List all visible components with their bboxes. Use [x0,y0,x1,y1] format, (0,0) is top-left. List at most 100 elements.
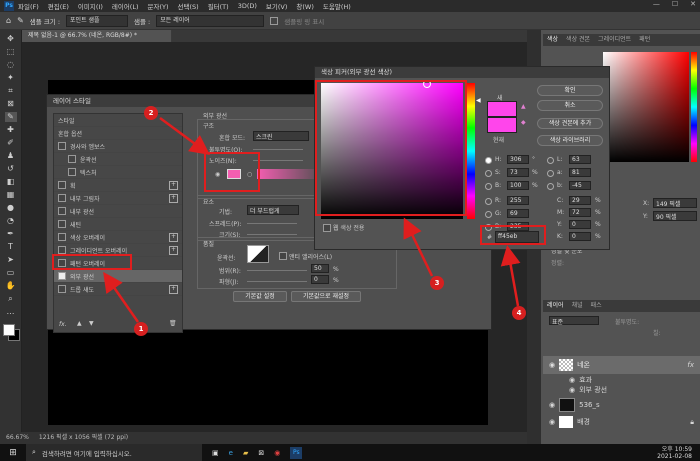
move-down-icon[interactable]: ▼ [89,320,94,327]
radio-h[interactable] [485,157,492,166]
technique-select[interactable]: 더 부드럽게 [247,205,299,215]
menu-3d[interactable]: 3D(D) [238,2,257,10]
radio-a[interactable] [547,170,554,179]
layer-row[interactable]: ◉ 536_s [543,397,700,413]
style-list-item[interactable]: 새틴 [54,218,182,231]
y-cmyk-field[interactable]: 0 [569,220,591,229]
sample-size-select[interactable]: 포인트 샘플 [66,14,129,27]
style-list-item[interactable]: 혼합 옵션 [54,127,182,140]
cancel-button[interactable]: 취소 [537,100,603,111]
style-checkbox[interactable] [58,272,66,280]
trash-icon[interactable]: 🗑︎ [169,320,177,327]
visibility-icon[interactable]: ◉ [569,386,575,394]
style-list-item[interactable]: 외부 광선 [54,270,182,283]
show-ring-checkbox[interactable] [270,16,279,25]
style-checkbox[interactable] [58,285,66,293]
g-field[interactable]: 69 [507,209,529,218]
contour-thumbnail[interactable] [247,245,269,263]
taskbar-search[interactable]: ⌕ 검색하려면 여기에 입력하십시오. [26,444,202,461]
layer-blend-select[interactable]: 표준 [549,316,599,326]
layer-effect-row[interactable]: ◉ 효과 [543,375,700,385]
style-list-item[interactable]: 스타일 [54,114,182,127]
layer-row[interactable]: ◉ 네온 fx [543,356,700,374]
tab-color[interactable]: 색상 [547,34,558,46]
b-field[interactable]: 100 [507,181,529,190]
frame-tool-icon[interactable]: ⊠ [5,99,17,109]
c-field[interactable]: 29 [569,196,591,205]
visibility-icon[interactable]: ◉ [549,401,555,409]
style-checkbox[interactable] [68,168,76,176]
glow-gradient-swatch[interactable] [257,169,317,179]
r-field[interactable]: 255 [507,196,529,205]
web-safe-icon[interactable]: ◆ [521,119,526,126]
zoom-level[interactable]: 66.67% [6,432,29,444]
radio-b[interactable] [485,183,492,192]
spread-slider[interactable] [247,223,297,224]
jitter-field[interactable]: 0 [311,275,329,284]
menu-view[interactable]: 보기(V) [266,1,287,11]
style-checkbox[interactable] [58,142,66,150]
range-field[interactable]: 50 [311,264,329,273]
m-field[interactable]: 72 [569,208,591,217]
menu-help[interactable]: 도움말(H) [323,1,351,11]
hand-tool-icon[interactable]: ✋ [5,281,17,291]
brush-tool-icon[interactable]: ✐ [5,138,17,148]
close-icon[interactable]: ✕ [690,0,696,8]
history-brush-icon[interactable]: ↺ [5,164,17,174]
eraser-tool-icon[interactable]: ◧ [5,177,17,187]
reset-default-button[interactable]: 기본값으로 재설정 [291,291,361,302]
l-field[interactable]: 63 [569,155,591,164]
move-tool-icon[interactable]: ✥ [5,34,17,44]
dodge-tool-icon[interactable]: ◔ [5,216,17,226]
crop-tool-icon[interactable]: ⌗ [5,86,17,96]
current-color-swatch[interactable] [487,117,517,133]
home-icon[interactable]: ⌂ [6,16,11,25]
maximize-icon[interactable]: ☐ [672,0,678,8]
move-up-icon[interactable]: ▲ [77,320,82,327]
tab-layers[interactable]: 레이어 [547,300,564,312]
size-slider[interactable] [247,234,297,235]
style-list-item[interactable]: 내부 광선 [54,205,182,218]
lasso-tool-icon[interactable]: ◌ [5,60,17,70]
style-list-item[interactable]: 텍스처 [54,166,182,179]
menu-filter[interactable]: 필터(T) [208,1,229,11]
jitter-slider[interactable] [247,281,307,282]
h-field[interactable]: 306 [507,155,529,164]
style-checkbox[interactable] [68,155,76,163]
menu-type[interactable]: 문자(Y) [148,1,169,11]
color-panel-field[interactable] [603,52,689,162]
x-field[interactable]: 149 픽셀 [653,198,697,208]
tab-channels[interactable]: 채널 [572,300,583,312]
tab-swatches[interactable]: 색상 견본 [566,34,590,46]
y-field[interactable]: 90 픽셀 [653,211,697,221]
blend-mode-select[interactable]: 스크린 [253,131,309,141]
style-list-item[interactable]: 색상 오버레이 + [54,231,182,244]
add-style-icon[interactable]: + [169,284,178,294]
range-slider[interactable] [247,270,307,271]
blur-tool-icon[interactable]: ● [5,203,17,213]
radio-l[interactable] [547,157,554,166]
chrome-icon[interactable]: ◉ [274,449,280,457]
radio-r[interactable] [485,198,492,207]
hue-slider-arrow[interactable]: ◀ [476,97,481,104]
add-style-icon[interactable]: + [169,180,178,190]
menu-window[interactable]: 창(W) [296,1,313,11]
eyedropper-icon[interactable]: ✎ [17,16,24,25]
style-checkbox[interactable] [58,233,66,241]
style-list-item[interactable]: 윤곽선 [54,153,182,166]
clock-date[interactable]: 2021-02-08 [657,453,692,460]
menu-edit[interactable]: 편집(E) [48,1,69,11]
style-list-item[interactable]: 경사와 엠보스 [54,140,182,153]
style-list-item[interactable]: 획 + [54,179,182,192]
radio-lab-b[interactable] [547,183,554,192]
a-field[interactable]: 81 [569,168,591,177]
s-field[interactable]: 73 [507,168,529,177]
menu-select[interactable]: 선택(S) [178,1,199,11]
style-list-item[interactable]: 드롭 섀도 + [54,283,182,296]
tab-patterns[interactable]: 패턴 [639,34,650,46]
marquee-tool-icon[interactable]: ⬚ [5,47,17,57]
menu-layer[interactable]: 레이어(L) [112,1,139,11]
noise-slider[interactable] [253,160,303,161]
zoom-tool-icon[interactable]: ⌕ [5,294,17,304]
start-icon[interactable]: ⊞ [0,448,26,458]
